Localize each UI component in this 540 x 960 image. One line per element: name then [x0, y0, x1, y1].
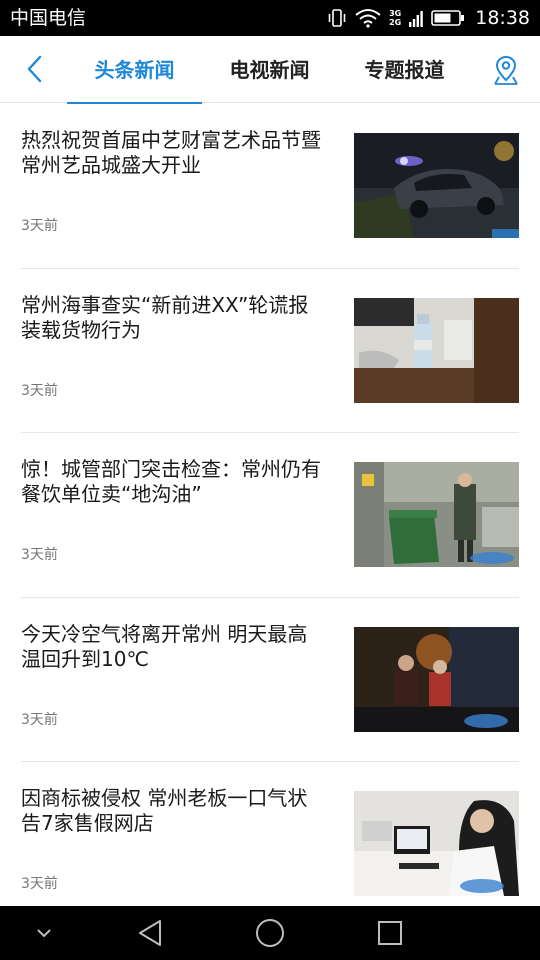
news-item[interactable]: 今天冷空气将离开常州 明天最高温回升到10℃ 3天前: [21, 598, 519, 762]
news-thumbnail-office-computer[interactable]: [354, 791, 519, 896]
news-item[interactable]: 热烈祝贺首届中艺财富艺术品节暨常州艺品城盛大开业 3天前: [21, 104, 519, 269]
news-thumbnail-desk-bottle[interactable]: [354, 297, 519, 403]
burned-car-image: [354, 133, 519, 238]
network-type-bottom: 2G: [389, 18, 402, 27]
status-icons: 3G 2G 18:38: [327, 5, 530, 31]
system-navigation-bar: [0, 906, 540, 960]
location-button[interactable]: [488, 52, 524, 88]
back-button[interactable]: [18, 52, 52, 86]
news-time: 3天前: [21, 547, 58, 563]
desk-water-bottle-image: [354, 297, 519, 403]
news-thumbnail-burned-car[interactable]: [354, 133, 519, 238]
location-pin-icon: [494, 55, 518, 85]
news-title: 常州海事查实“新前进XX”轮谎报装载货物行为: [21, 292, 309, 342]
status-bar: 中国电信 3G 2G 18:38: [0, 0, 540, 36]
hide-nav-button[interactable]: [20, 906, 68, 960]
recents-nav-button[interactable]: [363, 906, 417, 960]
signal-icon: [409, 9, 424, 27]
network-type: 3G 2G: [389, 9, 401, 27]
chevron-left-icon: [27, 55, 42, 83]
wifi-icon: [355, 8, 381, 28]
home-circle-icon: [256, 919, 284, 947]
kitchen-inspection-image: [354, 462, 519, 567]
clock: 18:38: [475, 7, 530, 29]
battery-icon: [431, 9, 465, 27]
cold-night-street-image: [354, 626, 519, 732]
news-list: 热烈祝贺首届中艺财富艺术品节暨常州艺品城盛大开业 3天前 常州海事查实“新前进X…: [0, 104, 540, 927]
carrier-name: 中国电信: [10, 7, 87, 29]
network-type-top: 3G: [389, 9, 402, 18]
home-nav-button[interactable]: [243, 906, 297, 960]
news-time: 3天前: [21, 382, 58, 399]
chevron-down-icon: [37, 929, 51, 938]
news-thumbnail-kitchen-inspection[interactable]: [354, 462, 519, 567]
news-title: 热烈祝贺首届中艺财富艺术品节暨常州艺品城盛大开业: [21, 128, 321, 177]
news-item[interactable]: 因商标被侵权 常州老板一口气状告7家售假网店 3天前: [21, 762, 519, 927]
tab-tv-news[interactable]: 电视新闻: [202, 36, 337, 103]
back-nav-button[interactable]: [124, 906, 178, 960]
office-computer-image: [354, 791, 519, 896]
news-time: 3天前: [21, 876, 58, 892]
news-title: 今天冷空气将离开常州 明天最高温回升到10℃: [21, 621, 308, 671]
vibrate-icon: [327, 8, 347, 28]
news-title: 惊！城管部门突击检查：常州仍有餐饮单位卖“地沟油”: [21, 457, 321, 506]
news-title: 因商标被侵权 常州老板一口气状告7家售假网店: [21, 786, 308, 835]
news-time: 3天前: [21, 218, 58, 234]
tab-special-reports[interactable]: 专题报道: [337, 36, 472, 103]
recents-square-icon: [378, 921, 402, 945]
news-time: 3天前: [21, 711, 58, 728]
news-item[interactable]: 常州海事查实“新前进XX”轮谎报装载货物行为 3天前: [21, 269, 519, 433]
news-item[interactable]: 惊！城管部门突击检查：常州仍有餐饮单位卖“地沟油” 3天前: [21, 433, 519, 598]
tab-headline-news[interactable]: 头条新闻: [67, 36, 202, 104]
back-triangle-icon: [139, 920, 161, 946]
top-nav: 头条新闻 电视新闻 专题报道: [0, 36, 540, 104]
news-thumbnail-cold-night[interactable]: [354, 626, 519, 732]
